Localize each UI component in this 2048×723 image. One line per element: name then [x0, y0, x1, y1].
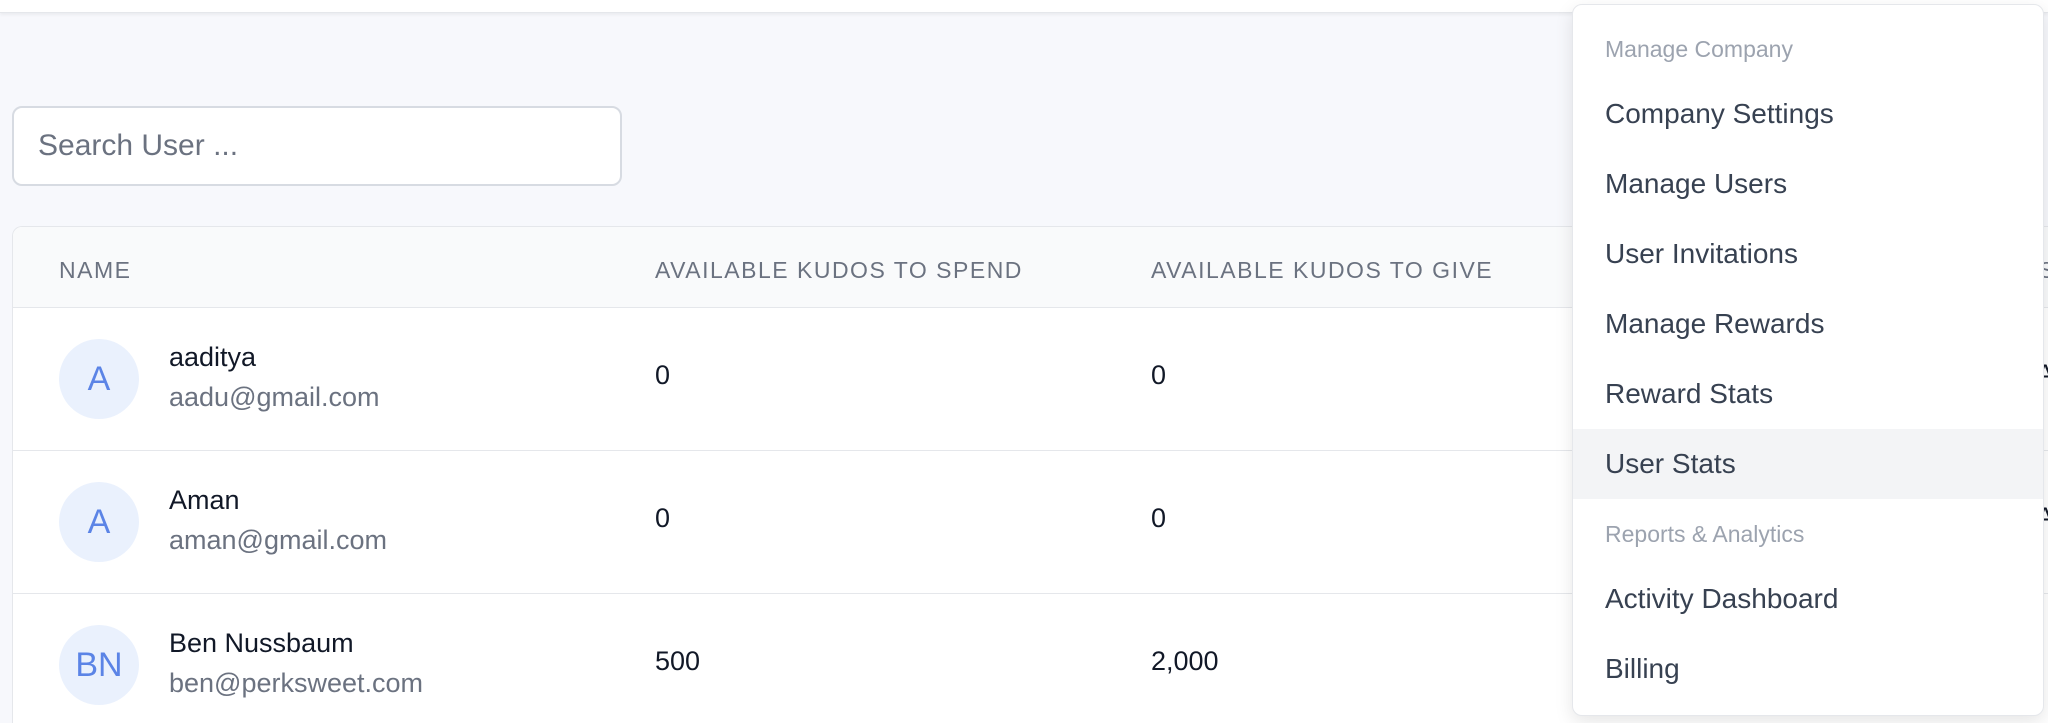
user-email: ben@perksweet.com — [169, 668, 424, 698]
user-name: Ben Nussbaum — [169, 628, 354, 658]
column-header-kudos-to-give[interactable]: AVAILABLE KUDOS TO GIVE — [1151, 257, 1493, 284]
kudos-to-spend: 500 — [655, 646, 701, 676]
menu-item-manage-users[interactable]: Manage Users — [1573, 149, 2043, 219]
user-name: aaditya — [169, 342, 257, 372]
kudos-to-give: 0 — [1151, 503, 1167, 533]
menu-item-activity-dashboard[interactable]: Activity Dashboard — [1573, 564, 2043, 634]
column-header-name[interactable]: NAME — [59, 257, 131, 284]
menu-item-user-stats[interactable]: User Stats — [1573, 429, 2043, 499]
user-email: aman@gmail.com — [169, 525, 387, 555]
column-header-kudos-to-spend[interactable]: AVAILABLE KUDOS TO SPEND — [655, 257, 1023, 284]
kudos-to-give: 2,000 — [1151, 646, 1219, 676]
avatar: A — [59, 339, 139, 419]
kudos-to-give: 0 — [1151, 360, 1167, 390]
kudos-to-spend: 0 — [655, 503, 671, 533]
menu-item-manage-rewards[interactable]: Manage Rewards — [1573, 289, 2043, 359]
avatar: A — [59, 482, 139, 562]
user-email: aadu@gmail.com — [169, 382, 380, 412]
menu-item-user-invitations[interactable]: User Invitations — [1573, 219, 2043, 289]
user-name: Aman — [169, 485, 240, 515]
menu-item-company-settings[interactable]: Company Settings — [1573, 79, 2043, 149]
search-user-input[interactable] — [12, 106, 622, 186]
menu-section-reports-analytics: Reports & Analytics — [1605, 521, 1805, 547]
menu-section-manage-company: Manage Company — [1605, 36, 1793, 62]
menu-item-billing[interactable]: Billing — [1573, 634, 2043, 704]
menu-item-reward-stats[interactable]: Reward Stats — [1573, 359, 2043, 429]
kudos-to-spend: 0 — [655, 360, 671, 390]
avatar: BN — [59, 625, 139, 705]
company-dropdown-menu: Manage Company Company Settings Manage U… — [1572, 4, 2044, 716]
